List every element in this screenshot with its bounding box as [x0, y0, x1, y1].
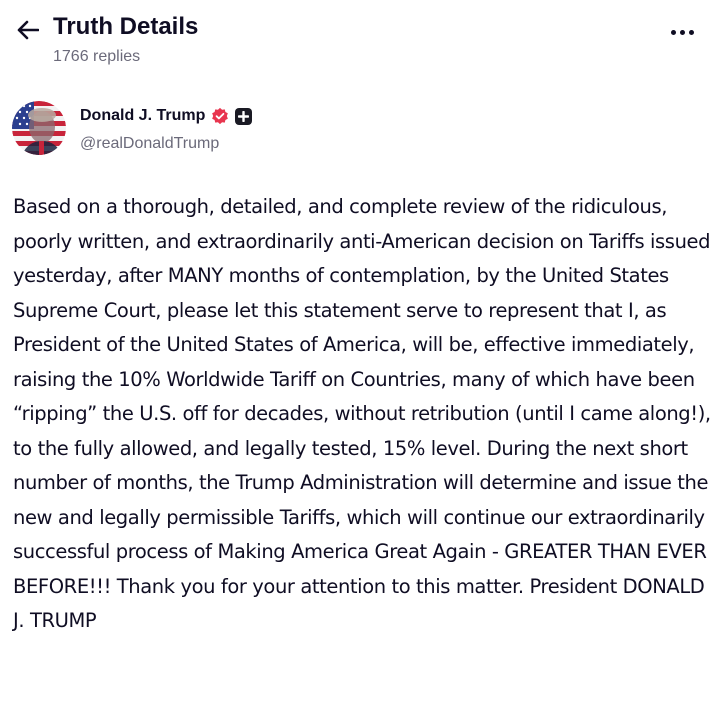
author-name[interactable]: Donald J. Trump	[80, 107, 205, 125]
reply-count: 1766 replies	[53, 48, 141, 65]
page-title: Truth Details	[53, 13, 199, 40]
arrow-left-icon	[17, 20, 39, 40]
author-handle[interactable]: @realDonaldTrump	[80, 135, 219, 153]
author-name-row: Donald J. Trump	[80, 107, 253, 125]
page-header: Truth Details 1766 replies	[0, 0, 726, 80]
post-author: Donald J. Trump @realDonaldTrump	[12, 101, 712, 159]
avatar[interactable]	[12, 101, 66, 155]
avatar-image	[12, 101, 66, 155]
post-content: Based on a thorough, detailed, and compl…	[13, 190, 719, 639]
back-button[interactable]	[14, 16, 42, 44]
more-options-button[interactable]	[664, 20, 700, 44]
plus-badge-icon	[235, 107, 253, 125]
more-dot	[679, 29, 685, 35]
more-horizontal-icon	[670, 29, 676, 35]
post-text: Based on a thorough, detailed, and compl…	[13, 195, 711, 632]
more-dot	[688, 29, 694, 35]
verified-badge-icon	[212, 107, 229, 125]
